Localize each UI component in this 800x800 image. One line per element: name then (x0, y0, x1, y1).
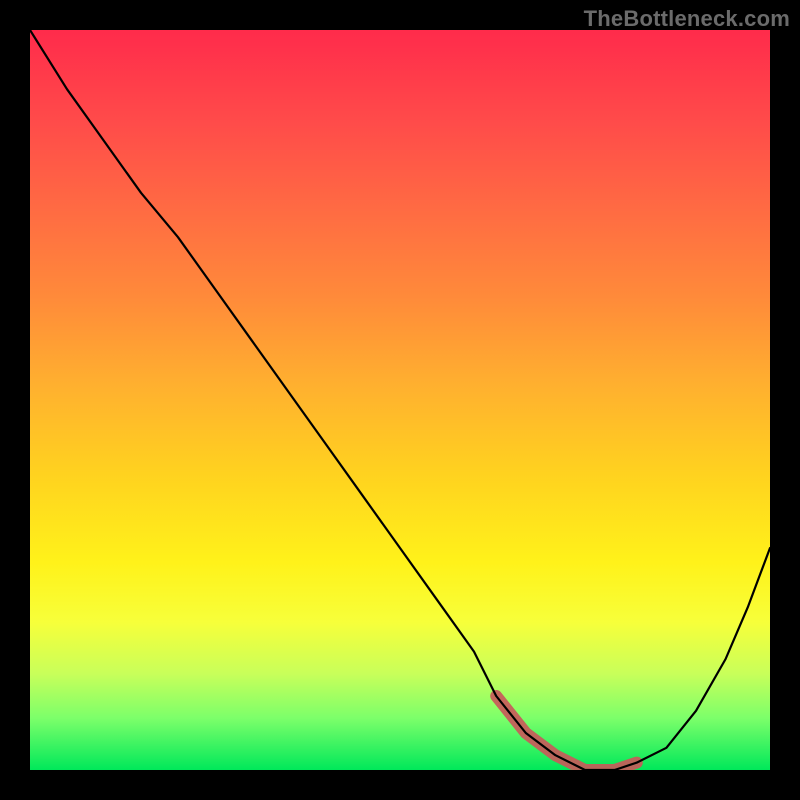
watermark-label: TheBottleneck.com (584, 6, 790, 32)
bottleneck-curve (30, 30, 770, 770)
chart-canvas: TheBottleneck.com (0, 0, 800, 800)
plot-area (30, 30, 770, 770)
curve-svg (30, 30, 770, 770)
optimal-range-highlight (496, 696, 637, 770)
